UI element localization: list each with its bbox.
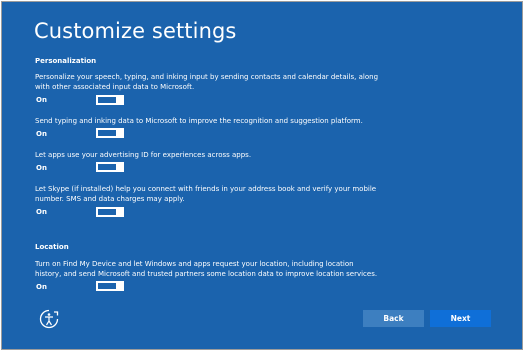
personalization-heading: Personalization bbox=[35, 57, 97, 65]
toggle-track bbox=[98, 209, 116, 215]
speech-typing-inking-state: On bbox=[36, 96, 47, 104]
page-title: Customize settings bbox=[34, 19, 237, 43]
toggle-knob bbox=[118, 128, 124, 138]
toggle-knob bbox=[118, 281, 124, 291]
speech-typing-inking-toggle[interactable] bbox=[96, 95, 124, 105]
toggle-track bbox=[98, 164, 116, 170]
toggle-track bbox=[98, 283, 116, 289]
back-button[interactable]: Back bbox=[363, 310, 424, 327]
advertising-id-state: On bbox=[36, 164, 47, 172]
toggle-knob bbox=[118, 95, 124, 105]
toggle-track bbox=[98, 130, 116, 136]
typing-inking-data-state: On bbox=[36, 130, 47, 138]
location-toggle[interactable] bbox=[96, 281, 124, 291]
typing-inking-data-toggle[interactable] bbox=[96, 128, 124, 138]
customize-settings-screen: Customize settings Personalization Perso… bbox=[1, 1, 523, 350]
ease-of-access-icon[interactable] bbox=[38, 308, 60, 330]
advertising-id-description: Let apps use your advertising ID for exp… bbox=[35, 151, 252, 159]
skype-state: On bbox=[36, 208, 47, 216]
speech-typing-inking-description: Personalize your speech, typing, and ink… bbox=[35, 73, 379, 91]
typing-inking-data-description: Send typing and inking data to Microsoft… bbox=[35, 117, 363, 125]
location-heading: Location bbox=[35, 243, 69, 251]
next-button[interactable]: Next bbox=[430, 310, 491, 327]
advertising-id-toggle[interactable] bbox=[96, 162, 124, 172]
toggle-knob bbox=[118, 207, 124, 217]
toggle-track bbox=[98, 97, 116, 103]
location-description: Turn on Find My Device and let Windows a… bbox=[35, 260, 378, 278]
toggle-knob bbox=[118, 162, 124, 172]
location-state: On bbox=[36, 283, 47, 291]
skype-description: Let Skype (if installed) help you connec… bbox=[35, 185, 377, 203]
skype-toggle[interactable] bbox=[96, 207, 124, 217]
